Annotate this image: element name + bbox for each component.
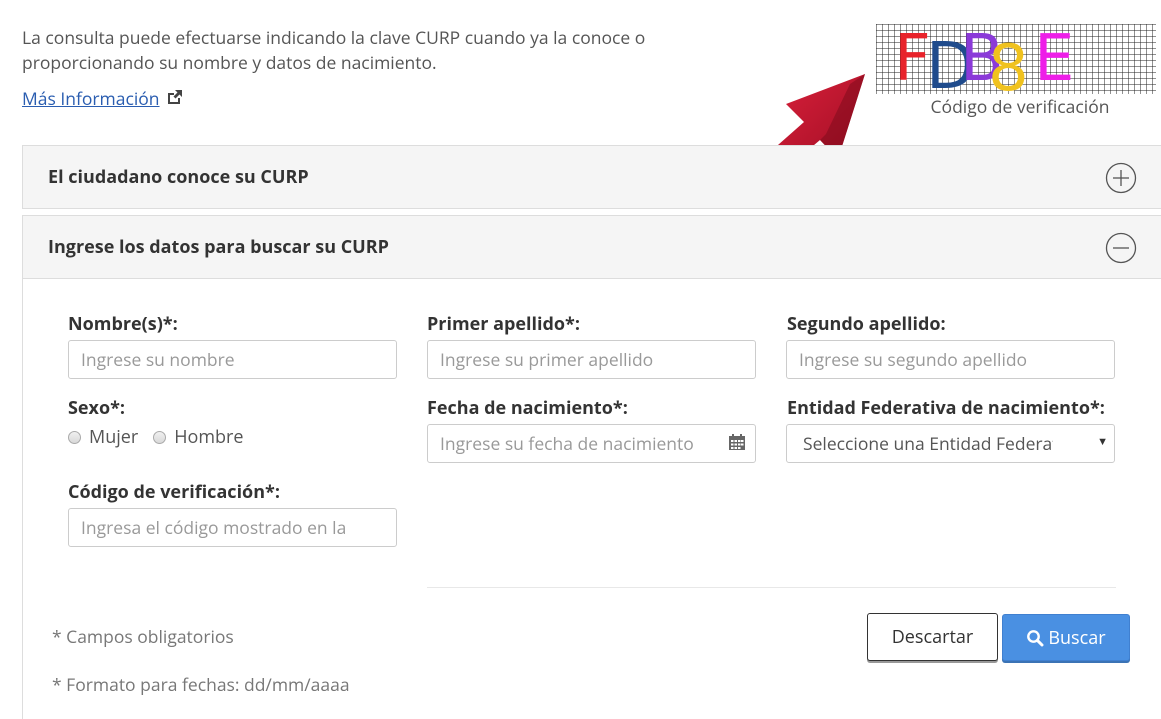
entidad-label: Entidad Federativa de nacimiento*: [787, 396, 1105, 420]
minus-circle-icon[interactable] [1105, 232, 1137, 264]
fecha-field [427, 424, 756, 463]
caret-down-icon: ▼ [1097, 434, 1108, 449]
panel-curp-known[interactable]: El ciudadano conoce su CURP [22, 145, 1161, 209]
entidad-select[interactable]: Seleccione una Entidad Federativa ▼ [786, 424, 1115, 463]
sexo-label: Sexo*: [68, 396, 126, 420]
radio-mujer-label: Mujer [89, 425, 139, 449]
fecha-input[interactable] [427, 424, 756, 463]
sexo-radio-group: Mujer Hombre [68, 425, 259, 449]
primer-apellido-label: Primer apellido*: [427, 312, 580, 336]
segundo-apellido-input[interactable] [786, 340, 1115, 379]
primer-apellido-input[interactable] [427, 340, 756, 379]
captcha-char: E [1034, 24, 1074, 94]
codigo-label: Código de verificación*: [68, 480, 280, 504]
intro-text: La consulta puede efectuarse indicando l… [22, 26, 646, 75]
radio-hombre-label: Hombre [174, 425, 244, 449]
captcha-image: FDB8 E [876, 24, 1156, 94]
captcha-caption: Código de verificación [930, 95, 1110, 119]
sexo-option-mujer[interactable]: Mujer [68, 425, 138, 449]
nombre-label: Nombre(s)*: [68, 312, 178, 336]
search-button-label: Buscar [1048, 625, 1106, 650]
date-format-note: * Formato para fechas: dd/mm/aaaa [52, 673, 350, 697]
radio-mujer[interactable] [68, 430, 81, 444]
captcha-char: 8 [988, 32, 1029, 94]
panel-curp-known-title: El ciudadano conoce su CURP [48, 165, 309, 189]
entidad-selected-value: Seleccione una Entidad Federativa [803, 431, 1053, 456]
plus-circle-icon[interactable] [1105, 162, 1137, 194]
nombre-input[interactable] [68, 340, 397, 379]
fecha-label: Fecha de nacimiento*: [427, 396, 628, 420]
panel-search-by-data[interactable]: Ingrese los datos para buscar su CURP [22, 215, 1161, 279]
more-info-link[interactable]: Más Información [22, 87, 183, 111]
sexo-option-hombre[interactable]: Hombre [153, 425, 244, 449]
required-note: * Campos obligatorios [52, 625, 234, 649]
calendar-icon[interactable] [728, 433, 746, 451]
external-link-icon [166, 87, 183, 111]
search-button[interactable]: Buscar [1002, 614, 1130, 661]
more-info-label: Más Información [22, 87, 160, 111]
search-icon [1027, 629, 1044, 646]
form-divider [427, 587, 1116, 588]
panel-search-by-data-title: Ingrese los datos para buscar su CURP [48, 235, 389, 259]
codigo-input[interactable] [68, 508, 397, 547]
radio-hombre[interactable] [153, 430, 167, 444]
discard-button[interactable]: Descartar [867, 613, 998, 661]
discard-button-label: Descartar [891, 625, 974, 649]
segundo-apellido-label: Segundo apellido: [787, 312, 946, 336]
